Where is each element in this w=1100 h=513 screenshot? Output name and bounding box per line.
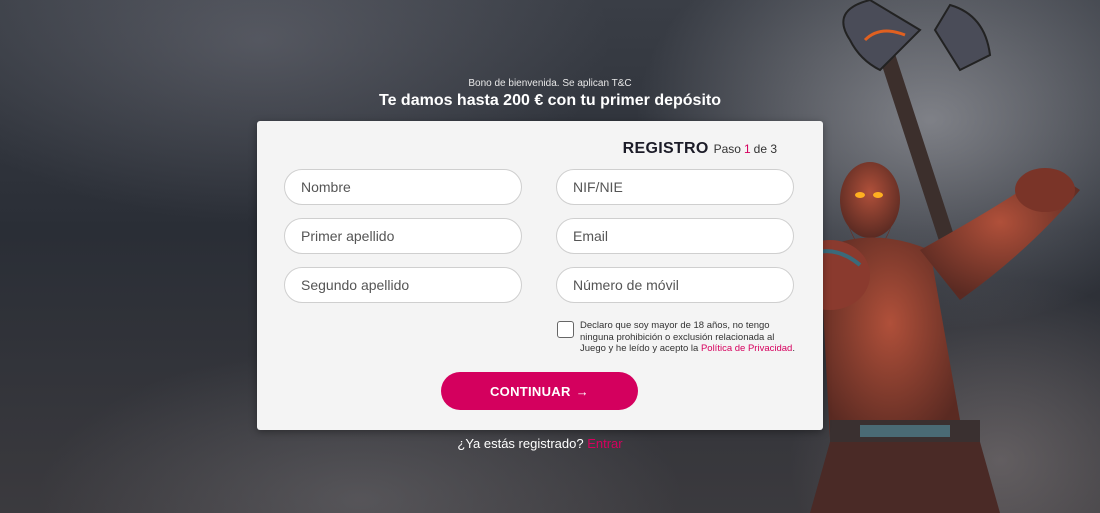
registration-title: REGISTRO [622, 140, 709, 157]
consent-checkbox[interactable] [557, 321, 574, 338]
mobile-input[interactable] [556, 267, 794, 303]
step-indicator: Paso 1 de 3 [714, 142, 777, 156]
privacy-policy-link[interactable]: Política de Privacidad [701, 343, 792, 354]
consent-row: Declaro que soy mayor de 18 años, no ten… [557, 320, 797, 355]
registration-card: REGISTRO Paso1de 3 Declaro que soy mayor… [257, 121, 823, 430]
login-prompt: ¿Ya estás registrado? Entrar [0, 436, 1080, 451]
step-current: 1 [743, 142, 751, 156]
registration-header: REGISTRO Paso 1 de 3 [623, 140, 777, 158]
arrow-right-icon: → [575, 383, 589, 399]
first-name-input[interactable] [284, 169, 522, 205]
continue-label: CONTINUAR [489, 383, 571, 399]
first-surname-input[interactable] [284, 218, 522, 254]
second-surname-input[interactable] [284, 267, 522, 303]
promo-disclaimer: Bono de bienvenida. Se aplican T&C [468, 78, 632, 89]
promo-headline: Te damos hasta 200 € con tu primer depós… [378, 92, 721, 109]
continue-button[interactable]: CONTINUAR → [441, 372, 638, 410]
login-question: ¿Ya estás registrado? [457, 436, 584, 451]
nif-input[interactable] [556, 169, 794, 205]
step-total: de 3 [753, 142, 777, 156]
login-link[interactable]: Entrar [587, 436, 622, 451]
step-label: Paso [713, 142, 741, 156]
email-input[interactable] [556, 218, 794, 254]
consent-text: Declaro que soy mayor de 18 años, no ten… [580, 320, 795, 354]
